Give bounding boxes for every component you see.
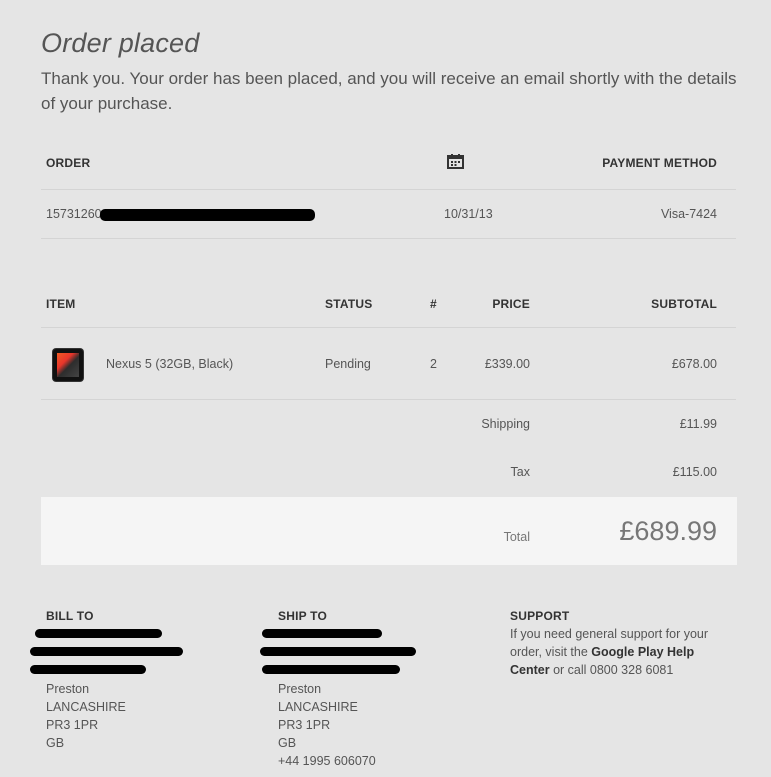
- total-value: £689.99: [619, 516, 717, 546]
- product-thumbnail[interactable]: [53, 349, 83, 381]
- subtotal-header: SUBTOTAL: [651, 297, 717, 311]
- ship-to-phone: +44 1995 606070: [278, 754, 376, 768]
- item-subtotal: £678.00: [671, 357, 717, 371]
- item-name[interactable]: Nexus 5 (32GB, Black): [106, 357, 233, 371]
- ship-to-city: Preston: [278, 682, 322, 696]
- support-heading: SUPPORT: [510, 609, 570, 623]
- payment-method: Visa-7424: [660, 207, 717, 221]
- order-header: ORDER: [46, 156, 91, 170]
- item-status: Pending: [325, 357, 371, 371]
- total-label: Total: [503, 530, 530, 544]
- price-header: PRICE: [492, 297, 530, 311]
- item-header: ITEM: [46, 297, 76, 311]
- bill-to-country: GB: [46, 736, 65, 750]
- divider: [41, 327, 736, 328]
- ship-to-address: Preston LANCASHIRE PR3 1PR GB +44 1995 6…: [278, 680, 376, 770]
- support-text-after: or call 0800 328 6081: [549, 663, 674, 677]
- shipping-label: Shipping: [481, 417, 530, 431]
- bill-to-address: Preston LANCASHIRE PR3 1PR GB: [46, 680, 126, 752]
- redaction-mark: [35, 629, 162, 638]
- payment-method-header: PAYMENT METHOD: [602, 156, 717, 170]
- ship-to-heading: SHIP TO: [278, 609, 327, 623]
- quantity-header: #: [430, 297, 437, 311]
- redaction-mark: [262, 629, 382, 638]
- confirmation-message: Thank you. Your order has been placed, a…: [41, 69, 737, 113]
- item-quantity: 2: [430, 357, 437, 371]
- redaction-mark: [30, 647, 183, 656]
- divider: [41, 238, 736, 239]
- calendar-icon: [447, 154, 464, 174]
- ship-to-postcode: PR3 1PR: [278, 718, 331, 732]
- shipping-value: £11.99: [679, 417, 717, 431]
- divider: [41, 189, 736, 190]
- redaction-mark: [262, 665, 400, 674]
- support-text: If you need general support for your ord…: [510, 625, 725, 679]
- redaction-mark: [260, 647, 416, 656]
- order-date: 10/31/13: [444, 207, 493, 221]
- ship-to-country: GB: [278, 736, 297, 750]
- divider: [41, 399, 736, 400]
- order-number: 15731260: [46, 207, 102, 221]
- tax-value: £115.00: [672, 465, 717, 479]
- tax-label: Tax: [510, 465, 530, 479]
- bill-to-postcode: PR3 1PR: [46, 718, 99, 732]
- ship-to-county: LANCASHIRE: [278, 700, 358, 714]
- bill-to-city: Preston: [46, 682, 90, 696]
- item-price: £339.00: [484, 357, 530, 371]
- redaction-mark: [100, 209, 315, 221]
- status-header: STATUS: [325, 297, 373, 311]
- page-title: Order placed: [41, 28, 200, 58]
- bill-to-heading: BILL TO: [46, 609, 94, 623]
- redaction-mark: [30, 665, 146, 674]
- bill-to-county: LANCASHIRE: [46, 700, 126, 714]
